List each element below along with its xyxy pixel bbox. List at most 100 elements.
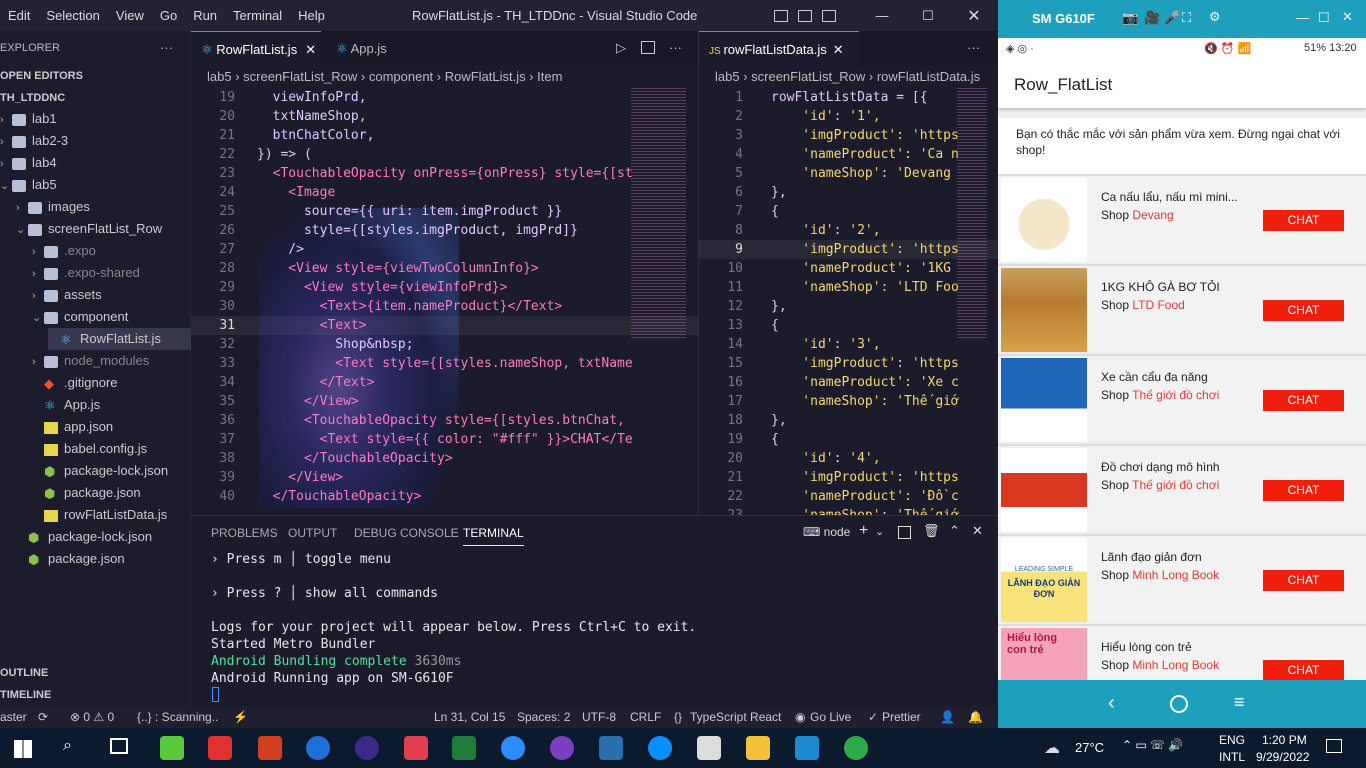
task-view-icon[interactable] [110,738,128,754]
tree-item[interactable]: › lab1 [0,108,57,130]
status-encoding[interactable]: UTF-8 [582,710,616,724]
tab-rowflatlist[interactable]: ⚛ RowFlatList.js ✕ [191,31,321,66]
tree-item[interactable]: › lab4 [0,152,57,174]
search-icon[interactable]: ⌕ [63,737,72,755]
paint-tool-icon[interactable] [258,736,282,760]
layout-panel-icon[interactable] [798,9,812,22]
code-area[interactable]: 19 viewInfoPrd, 20 txtNameShop, 21 btnChat… [191,88,698,515]
fullscreen-icon[interactable]: ⛶ [1182,10,1191,26]
close-panel-icon[interactable]: ✕ [972,523,983,539]
recents-icon[interactable]: ≡ [1234,692,1245,713]
outline-section[interactable]: OUTLINE [0,662,48,684]
status-branch[interactable]: aster [0,710,27,724]
chat-button[interactable]: CHAT [1263,390,1344,411]
menu-help[interactable]: Help [290,0,333,31]
more-actions-icon[interactable]: ··· [160,37,173,59]
minimap[interactable] [631,88,686,338]
tree-item[interactable]: › .expo [32,240,96,262]
app-red-icon[interactable] [208,736,232,760]
home-icon[interactable] [1170,695,1188,713]
tab-app[interactable]: ⚛ App.js [326,31,426,66]
file-explorer-icon[interactable] [746,736,770,760]
editor-rowflatlistdata[interactable]: JS rowFlatListData.js ✕ ··· lab5 › screen… [698,31,998,515]
tree-item[interactable]: rowFlatListData.js [32,504,167,526]
lang-layout[interactable]: INTL [1219,750,1245,764]
add-terminal-icon[interactable]: + [859,522,868,540]
status-problems[interactable]: ⊗ 0 ⚠ 0 [70,710,114,724]
split-editor-icon[interactable] [641,41,655,54]
chat-button[interactable]: CHAT [1263,480,1344,501]
bird-app-icon[interactable] [404,736,428,760]
product-row[interactable]: 1KG KHÔ GÀ BƠ TỎI Shop LTD Food CHAT [998,264,1366,352]
maximize-icon[interactable]: ☐ [908,0,948,31]
layout-split-icon[interactable] [822,9,836,22]
vscode-icon[interactable] [795,736,819,760]
tab-close-icon[interactable]: ✕ [833,42,844,57]
minimize-icon[interactable]: — [862,0,902,31]
tab-rowflatlistdata[interactable]: JS rowFlatListData.js ✕ [699,31,859,66]
clock-date[interactable]: 9/29/2022 [1256,750,1309,764]
tab-debug-console[interactable]: DEBUG CONSOLE [354,526,459,540]
tree-item[interactable]: app.json [32,416,113,438]
status-language[interactable]: TypeScript React [690,710,781,724]
product-row[interactable]: Xe cần cẩu đa năng Shop Thế giới đồ chơi C… [998,354,1366,442]
weather-temp[interactable]: 27°C [1075,740,1104,755]
tree-item[interactable]: › node_modules [32,350,149,372]
minecraft-icon[interactable] [160,736,184,760]
tab-problems[interactable]: PROBLEMS [211,526,278,540]
browser-icon[interactable] [306,736,330,760]
clock-time[interactable]: 1:20 PM [1262,733,1307,747]
workspace-root[interactable]: TH_LTDDNC [0,87,65,109]
split-terminal-icon[interactable] [898,526,911,539]
lang-code[interactable]: ENG [1219,733,1245,747]
more-actions-icon[interactable]: ··· [967,40,980,55]
status-golive[interactable]: Go Live [810,710,851,724]
eclipse-icon[interactable] [355,736,379,760]
product-row[interactable]: Đồ chơi dạng mô hình Shop Thế giới đồ chơ… [998,444,1366,532]
tree-item[interactable]: ⬢ package.json [32,482,141,504]
trash-icon[interactable]: 🗑 [923,523,940,539]
plug-icon[interactable]: ⚡ [233,710,248,724]
minimap[interactable] [957,88,987,338]
chat-button[interactable]: CHAT [1263,210,1344,231]
account-icon[interactable]: 👤 [940,710,955,724]
menu-view[interactable]: View [108,0,152,31]
chat-button[interactable]: CHAT [1263,300,1344,321]
layout-icon[interactable] [774,9,788,22]
timeline-section[interactable]: TIMELINE [0,684,51,706]
tree-item[interactable]: › assets [32,284,102,306]
tab-output[interactable]: OUTPUT [288,526,337,540]
sync-icon[interactable]: ⟳ [38,710,48,724]
status-spaces[interactable]: Spaces: 2 [517,710,570,724]
tree-item[interactable]: › lab2-3 [0,130,68,152]
chat-button[interactable]: CHAT [1263,660,1344,681]
status-prettier[interactable]: Prettier [882,710,921,724]
github-icon[interactable] [550,736,574,760]
notification-center-icon[interactable] [1326,739,1342,753]
project-icon[interactable] [452,736,476,760]
zalo-icon[interactable] [648,736,672,760]
close-icon[interactable]: ✕ [1342,9,1353,25]
chat-button[interactable]: CHAT [1263,570,1344,591]
tree-item[interactable]: ⬢ package-lock.json [16,526,152,548]
close-icon[interactable]: ✕ [954,0,994,31]
breadcrumb[interactable]: lab5 › screenFlatList_Row › rowFlatListD… [715,66,999,88]
product-row[interactable]: Hiểu lòng con trẻ Hiểu lòng con trẻ Shop M… [998,624,1366,681]
editor-rowflatlist[interactable]: ⚛ RowFlatList.js ✕ ⚛ App.js ▷ ··· lab5 › … [191,31,698,515]
minimize-icon[interactable]: — [1296,10,1309,25]
windows-start-icon[interactable] [14,740,32,758]
chevron-down-icon[interactable]: ⌄ [875,525,884,538]
breadcrumb[interactable]: lab5 › screenFlatList_Row › component › … [207,66,562,88]
status-eol[interactable]: CRLF [630,710,661,724]
product-row[interactable]: LEADING SIMPLE LÃNH ĐẠO GIẢN ĐƠN Lãnh đạo … [998,534,1366,622]
video-icon[interactable]: 🎥 [1144,10,1160,26]
run-icon[interactable]: ▷ [616,40,626,56]
tree-item[interactable]: ⌄ component [32,306,128,328]
back-icon[interactable]: ‹ [1108,692,1115,715]
tree-item[interactable]: ⬢ package-lock.json [32,460,168,482]
code-area[interactable]: 1 rowFlatListData = [{2 'id': '1', 3 'imgP… [699,88,998,515]
chrome-icon[interactable] [844,736,868,760]
tree-item[interactable]: ⌄ screenFlatList_Row [16,218,162,240]
tree-item[interactable]: › .expo-shared [32,262,140,284]
tree-item[interactable]: ⚛ App.js [32,394,100,416]
